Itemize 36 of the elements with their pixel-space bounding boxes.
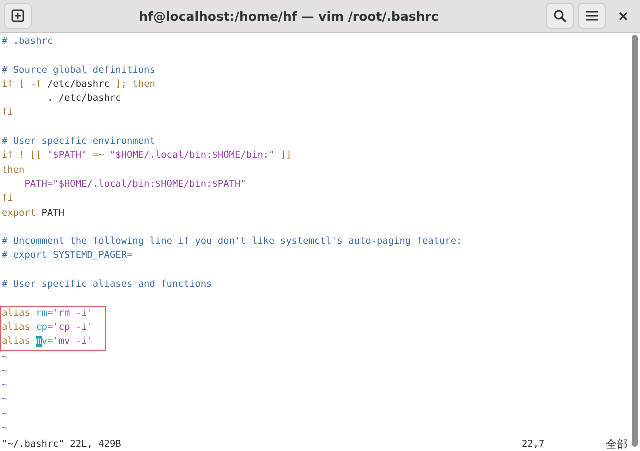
empty-line-marker: ~ — [2, 352, 8, 363]
code-line: fi — [2, 107, 14, 118]
empty-line-marker: ~ — [2, 366, 8, 377]
new-tab-icon — [11, 9, 25, 23]
code-line: # Uncomment the following line if you don't like systemctl's auto-paging feature: — [2, 236, 462, 248]
code-line: # User specific aliases and functions — [2, 279, 212, 290]
empty-line-marker: ~ — [2, 394, 8, 406]
code-line: PATH="$HOME/.local/bin:$HOME/bin:$PATH" — [24, 178, 246, 190]
code-line: alias rm='rm -i' — [2, 308, 93, 319]
status-message: "~/.bashrc" 22L, 429B — [2, 438, 122, 451]
search-icon — [553, 9, 567, 23]
code-line: # Source global definitions — [2, 64, 156, 76]
code-line: alias cp='cp -i' — [2, 322, 93, 333]
cursor-position: 22,7 — [522, 438, 546, 451]
new-tab-button[interactable] — [4, 3, 32, 29]
code-line: if ! [[ "$PATH" =~ "$HOME/.local/bin:$HOME/bin:" ]] — [2, 150, 292, 162]
menu-button[interactable] — [578, 3, 606, 29]
scrollbar[interactable] — [632, 35, 638, 447]
code-line: if [ -f /etc/bashrc ]; then — [2, 78, 156, 90]
empty-line-marker: ~ — [2, 408, 8, 420]
code-line: # User specific environment — [2, 136, 156, 148]
empty-line-marker: ~ — [2, 380, 8, 392]
menu-icon — [585, 10, 599, 22]
text-cursor: m — [36, 336, 42, 348]
scroll-position: 全部 — [606, 438, 629, 451]
close-icon — [618, 12, 628, 20]
code-line: then — [2, 164, 25, 176]
code-line: fi — [2, 193, 14, 204]
code-line: # export SYSTEMD_PAGER= — [2, 250, 133, 262]
code-line: export PATH — [2, 208, 65, 219]
code-line: # .bashrc — [2, 36, 54, 47]
code-line: alias mv='mv -i' — [2, 336, 93, 348]
window-title: hf@localhost:/home/hf — vim /root/.bashrc — [138, 8, 440, 24]
search-button[interactable] — [546, 3, 574, 29]
empty-line-marker: ~ — [2, 423, 8, 434]
code-line: . /etc/bashrc — [46, 93, 122, 104]
